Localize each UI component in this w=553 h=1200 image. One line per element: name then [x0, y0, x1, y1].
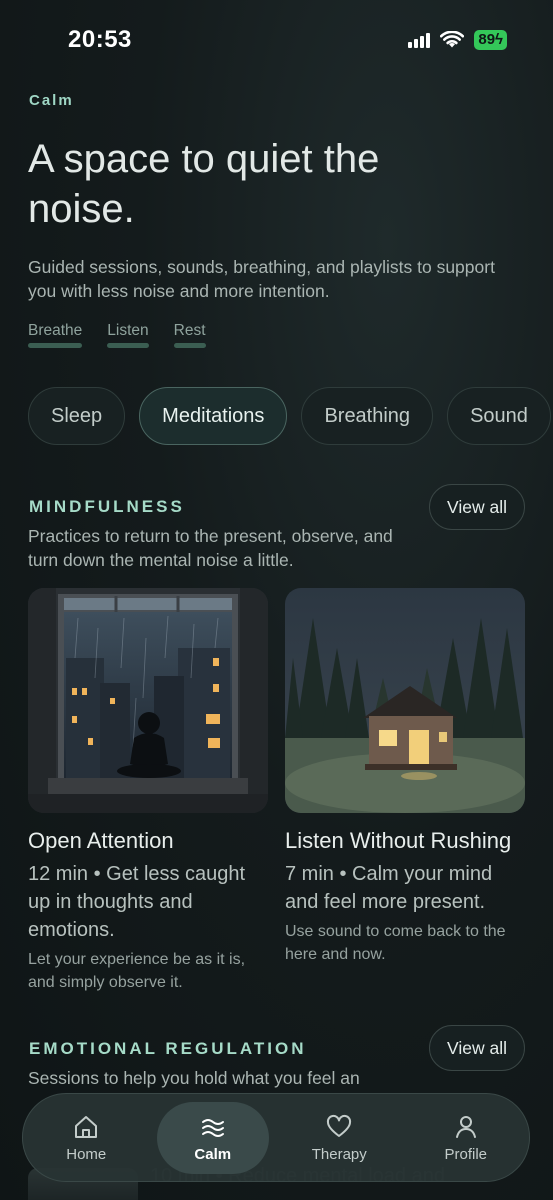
tab-calm[interactable]: Calm — [156, 1101, 269, 1174]
bottom-tab-bar: Home Calm Therapy Profile — [22, 1093, 530, 1182]
page-subtitle: Guided sessions, sounds, breathing, and … — [28, 257, 495, 301]
card-meta: 12 min • Get less caught up in thoughts … — [28, 863, 246, 941]
card-meta: 7 min • Calm your mind and feel more pre… — [285, 863, 493, 913]
battery-indicator: 89ϟ — [474, 30, 507, 50]
tab-home[interactable]: Home — [30, 1102, 142, 1174]
mini-tab-breathe[interactable]: Breathe — [28, 322, 83, 348]
chip-sound[interactable]: Sound — [447, 387, 551, 445]
tab-label: Home — [66, 1145, 107, 1163]
page-eyebrow: Calm — [29, 92, 74, 109]
wifi-icon — [440, 31, 465, 48]
session-card-listen-without-rushing[interactable]: Listen Without Rushing 7 min • Calm your… — [285, 588, 525, 966]
page-title: A space to quiet the noise. — [28, 137, 380, 231]
mini-tab-listen[interactable]: Listen — [107, 322, 150, 348]
waves-icon — [201, 1118, 224, 1137]
section-desc-mindfulness: Practices to return to the present, obse… — [28, 526, 393, 570]
battery-level: 89 — [478, 31, 496, 48]
tab-therapy[interactable]: Therapy — [283, 1102, 395, 1174]
session-card-open-attention[interactable]: Open Attention 12 min • Get less caught … — [28, 588, 268, 994]
card-title: Listen Without Rushing — [285, 828, 512, 853]
heart-icon — [327, 1114, 352, 1137]
status-time: 20:53 — [68, 26, 132, 53]
person-icon — [455, 1115, 476, 1138]
section-title-mindfulness: MINDFULNESS — [29, 497, 185, 516]
card-note: Use sound to come back to the here and n… — [285, 923, 506, 963]
tab-label: Profile — [444, 1145, 488, 1163]
forest-cabin-illustration — [285, 588, 525, 813]
window-rain-illustration — [28, 588, 268, 813]
card-note: Let your experience be as it is, and sim… — [28, 951, 246, 991]
section-title-emotional-regulation: EMOTIONAL REGULATION — [29, 1039, 307, 1058]
tab-profile[interactable]: Profile — [410, 1102, 522, 1174]
category-chips: Sleep Meditations Breathing Sound — [28, 387, 551, 445]
charging-bolt-icon: ϟ — [495, 31, 503, 48]
view-all-emotional-regulation-button[interactable]: View all — [429, 1025, 525, 1071]
chip-meditations[interactable]: Meditations — [139, 387, 288, 445]
tab-label: Therapy — [311, 1145, 367, 1163]
mini-tab-rest[interactable]: Rest — [173, 322, 206, 348]
tab-label: Calm — [194, 1145, 232, 1163]
view-all-mindfulness-button[interactable]: View all — [429, 484, 525, 530]
card-title: Open Attention — [28, 828, 174, 853]
section-desc-emotional-regulation: Sessions to help you hold what you feel … — [28, 1068, 360, 1088]
status-icons: 89ϟ — [408, 30, 507, 50]
chip-breathing[interactable]: Breathing — [301, 387, 434, 445]
home-icon — [75, 1115, 98, 1138]
status-bar: 20:53 89ϟ — [0, 0, 553, 80]
cellular-signal-icon — [408, 32, 431, 48]
mini-tab-row: Breathe Listen Rest — [28, 322, 206, 348]
chip-sleep[interactable]: Sleep — [28, 387, 126, 445]
